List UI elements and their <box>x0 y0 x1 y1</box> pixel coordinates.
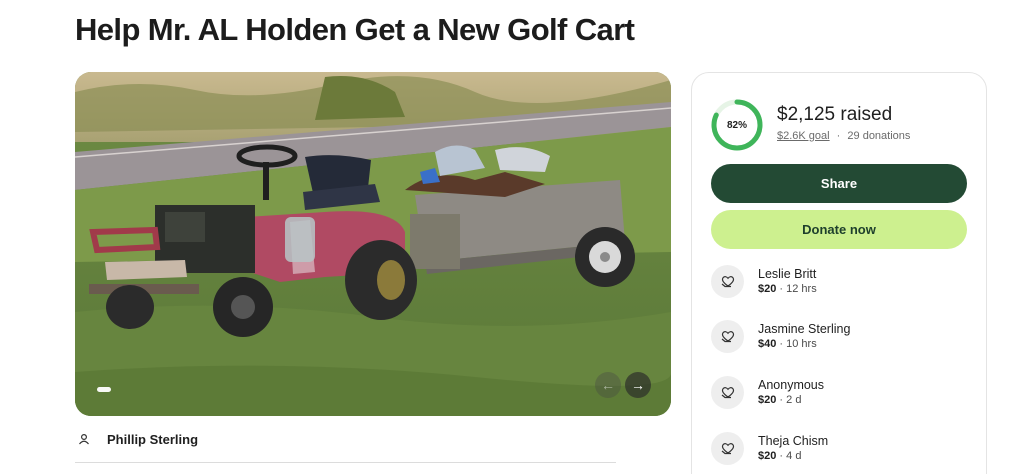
section-divider <box>75 462 616 463</box>
arrow-left-icon: ← <box>601 377 615 393</box>
donor-name: Jasmine Sterling <box>758 321 851 336</box>
donation-item: Theja Chism $20 · 4 d <box>711 428 828 468</box>
carousel-indicator[interactable] <box>97 387 111 392</box>
organizer-name[interactable]: Phillip Sterling <box>107 432 198 447</box>
donation-item: Jasmine Sterling $40 · 10 hrs <box>711 316 850 356</box>
arrow-right-icon: → <box>631 377 645 393</box>
heart-hand-icon <box>711 375 744 409</box>
separator: · <box>836 130 841 142</box>
donor-name: Anonymous <box>758 377 825 392</box>
donor-name: Theja Chism <box>758 433 829 448</box>
organizer-info[interactable]: Phillip Sterling <box>75 426 198 452</box>
progress-percent: 82% <box>726 119 747 131</box>
carousel-prev-button[interactable]: ← <box>595 372 621 398</box>
campaign-photo <box>75 72 671 416</box>
raised-amount: $2,125 raised <box>777 104 893 125</box>
person-icon <box>75 430 93 448</box>
donation-time: 4 d <box>786 449 802 462</box>
donation-count: 29 donations <box>847 130 911 142</box>
goal-link[interactable]: $2.6K goal <box>777 130 830 142</box>
donate-button[interactable]: Donate now <box>711 210 967 249</box>
donation-item: Leslie Britt $20 · 12 hrs <box>711 261 817 301</box>
page-title: Help Mr. AL Holden Get a New Golf Cart <box>75 12 635 47</box>
share-button[interactable]: Share <box>711 164 967 203</box>
heart-hand-icon <box>711 319 744 353</box>
donation-card: 82% $2,125 raised $2.6K goal · 29 donati… <box>691 72 987 474</box>
donation-amount: $20 <box>758 393 777 406</box>
carousel-next-button[interactable]: → <box>625 372 651 398</box>
donation-time: 12 hrs <box>786 282 817 295</box>
donation-amount: $20 <box>758 449 777 462</box>
donation-time: 10 hrs <box>786 337 817 350</box>
donation-amount: $20 <box>758 282 777 295</box>
donation-time: 2 d <box>786 393 802 406</box>
campaign-photo-carousel[interactable]: ← → <box>75 72 671 416</box>
goal-summary: $2.6K goal · 29 donations <box>777 130 910 142</box>
donation-item: Anonymous $20 · 2 d <box>711 372 824 412</box>
donation-amount: $40 <box>758 337 777 350</box>
heart-hand-icon <box>711 264 744 298</box>
heart-hand-icon <box>711 431 744 465</box>
donor-name: Leslie Britt <box>758 266 817 281</box>
